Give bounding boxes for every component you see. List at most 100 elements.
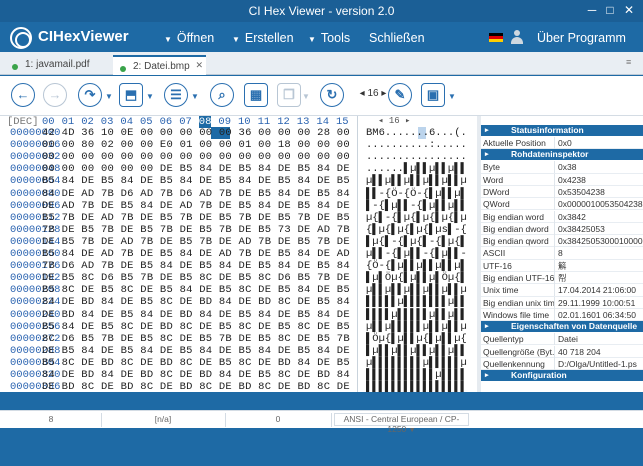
- row-ascii[interactable]: {▌µ{▌µ{▌µ{▌µs▌-{: [366, 224, 467, 236]
- row-ascii[interactable]: ......▌µ▌▌µ▌▌µ▌▌: [366, 163, 467, 175]
- ascii-page-indicator: ◂ 16 ▸: [378, 116, 411, 126]
- chevron-down-icon[interactable]: ▼: [105, 92, 113, 101]
- tab-javamail[interactable]: 1: javamail.pdf: [5, 55, 103, 75]
- close-button[interactable]: ✕: [619, 2, 639, 18]
- row-hex-bytes[interactable]: B5 84 DE B5 8C DE BD 8C DE B5 8C DE B5 8…: [42, 321, 350, 333]
- row-ascii[interactable]: µ▌▌▌▌▌▌▌▌µ▌▌▌▌▌µ: [366, 357, 467, 369]
- property-label: Quellengröße (Byt...: [483, 345, 555, 358]
- menu-about[interactable]: Über Programm: [537, 31, 626, 45]
- row-hex-bytes[interactable]: 7B DE B5 7B DE B5 7B DE B5 7B DE B5 73 D…: [42, 224, 350, 236]
- row-ascii[interactable]: µ{▌-{▌µ{▌µ{▌µ{▌µ: [366, 212, 467, 224]
- property-row[interactable]: QWord 0x0000010053504238: [481, 198, 643, 211]
- list-button[interactable]: ☰: [164, 83, 188, 107]
- row-ascii[interactable]: ▌▌▌▌▌▌▌▌▌▌▌▌▌▌▌▌: [366, 381, 467, 393]
- property-row[interactable]: ASCII 8: [481, 247, 643, 260]
- property-row[interactable]: Quellenkennung D:/Olga/Untitled-1.ps: [481, 357, 643, 371]
- row-ascii[interactable]: ▌µ▌Öµ{▌µ▌▌µ▌Öµ{▌: [366, 272, 467, 284]
- encoding-select[interactable]: ANSI - Central European / CP-1250 ▼: [334, 413, 469, 434]
- copy-button[interactable]: ❐: [277, 83, 301, 107]
- menu-erstellen[interactable]: ▼ Erstellen: [232, 31, 294, 45]
- row-ascii[interactable]: ▌▌▌▌µ▌▌▌▌▌µ▌▌µ▌▌: [366, 309, 467, 321]
- hex-view[interactable]: [DEC] 00 01 02 03 04 05 06 07 08 09 10 11 12 13 14 15 ◂…: [0, 116, 477, 393]
- property-row[interactable]: Big endian UTF-16 㡂: [481, 272, 643, 285]
- row-hex-bytes[interactable]: DE BD 84 DE B5 84 DE BD 84 DE B5 84 DE B…: [42, 309, 350, 321]
- row-hex-bytes[interactable]: 84 DE BD 84 DE B5 8C DE BD 84 DE BD 8C D…: [42, 296, 350, 308]
- property-row[interactable]: Quellengröße (Byt... 40 718 204: [481, 345, 643, 358]
- row-ascii[interactable]: ▌-{▌µ▌▌-{▌µ▌▌µ▌▌: [366, 200, 467, 212]
- property-row[interactable]: Aktuelle Position 0x0: [481, 137, 643, 150]
- row-ascii[interactable]: µ▌▌µ▌▌µ▌▌µ▌▌µ▌▌µ: [366, 284, 467, 296]
- property-row[interactable]: Word 0x4238: [481, 173, 643, 186]
- chevron-down-icon[interactable]: ▼: [448, 92, 456, 101]
- tab-menu-icon[interactable]: ≡: [626, 57, 631, 67]
- property-row[interactable]: Byte 0x38: [481, 161, 643, 174]
- property-row[interactable]: Windows file time 02.01.1601 06:34:50: [481, 308, 643, 322]
- row-ascii[interactable]: µ▌▌-{▌µ▌▌-{▌µ▌▌-: [366, 248, 467, 260]
- row-ascii[interactable]: µ▌▌µ▌▌µ▌▌µ▌▌µ▌▌µ: [366, 175, 467, 187]
- row-ascii[interactable]: ▌Öµ{▌µ▌▌µ{▌µ▌▌µ{: [366, 333, 467, 345]
- refresh-button[interactable]: ↻: [320, 83, 344, 107]
- german-flag-icon[interactable]: [489, 33, 503, 42]
- row-hex-bytes[interactable]: 00 00 00 00 00 00 00 00 00 00 00 00 00 0…: [42, 151, 350, 163]
- tab-close-icon[interactable]: ✕: [195, 60, 203, 71]
- row-hex-bytes[interactable]: B5 7B DE AD 7B DE B5 7B DE B5 7B DE B5 7…: [42, 212, 350, 224]
- property-row[interactable]: Quellentyp Datei: [481, 333, 643, 346]
- property-row[interactable]: Unix time 17.04.2014 21:06:00: [481, 284, 643, 297]
- section-data-inspector[interactable]: Rohdateninspektor: [481, 149, 643, 161]
- row-ascii[interactable]: ▌µ{▌-{▌µ{▌-{▌µ{▌: [366, 236, 467, 248]
- user-icon[interactable]: [511, 30, 523, 44]
- row-hex-bytes[interactable]: DE BD 8C DE BD 8C DE BD 8C DE BD 8C DE B…: [42, 381, 350, 393]
- row-ascii[interactable]: ................: [366, 151, 467, 163]
- row-ascii[interactable]: µ▌▌µ▌▌▌▌▌µ▌▌µ▌▌µ: [366, 321, 467, 333]
- row-hex-bytes[interactable]: 7B D6 AD 7B DE B5 84 DE B5 84 DE B5 84 D…: [42, 260, 350, 272]
- chevron-down-icon[interactable]: ▼: [302, 92, 310, 101]
- row-hex-bytes[interactable]: 8C D6 B5 7B DE B5 8C DE B5 7B DE B5 8C D…: [42, 333, 350, 345]
- menu-oeffnen[interactable]: ▼ Öffnen: [164, 31, 214, 45]
- tab-datei-bmp[interactable]: 2: Datei.bmp ✕: [113, 55, 206, 75]
- row-hex-bytes[interactable]: DE B5 84 DE B5 84 DE B5 84 DE B5 84 DE B…: [42, 345, 350, 357]
- section-status[interactable]: Statusinformation: [481, 125, 643, 136]
- chevron-down-icon[interactable]: ▼: [191, 92, 199, 101]
- row-hex-bytes[interactable]: 84 DE AD 7B D6 AD 7B D6 AD 7B DE B5 84 D…: [42, 188, 350, 200]
- redo-button[interactable]: ↷: [78, 83, 102, 107]
- section-source-properties[interactable]: Eigenschaften von Datenquelle: [481, 321, 643, 333]
- minimize-button[interactable]: ─: [582, 2, 602, 18]
- bookmark-button[interactable]: ⬒: [119, 83, 143, 107]
- menu-tools[interactable]: ▼ Tools: [308, 31, 350, 45]
- save-button[interactable]: ▣: [421, 83, 445, 107]
- row-hex-bytes[interactable]: DE B5 8C D6 B5 7B DE B5 8C DE B5 8C D6 B…: [42, 272, 350, 284]
- row-ascii[interactable]: ▌µ▌▌µ▌▌µ▌▌µ▌▌µ▌▌: [366, 345, 467, 357]
- row-hex-bytes[interactable]: B5 84 DE B5 84 DE B5 84 DE B5 84 DE B5 8…: [42, 175, 350, 187]
- property-row[interactable]: Big endian unix time 29.11.1999 10:00:51: [481, 296, 643, 309]
- section-configuration[interactable]: Konfiguration: [481, 370, 643, 382]
- select-block-button[interactable]: ▦: [244, 83, 268, 107]
- row-hex-bytes[interactable]: 00 00 00 00 00 00 DE B5 84 DE B5 84 DE B…: [42, 163, 350, 175]
- row-hex-bytes[interactable]: DE B5 7B DE AD 7B DE B5 7B DE AD 7B DE B…: [42, 236, 350, 248]
- row-hex-bytes[interactable]: B5 8C DE B5 8C DE B5 84 DE B5 8C DE B5 8…: [42, 284, 350, 296]
- chevron-down-icon[interactable]: ▼: [146, 92, 154, 101]
- menu-schliessen[interactable]: Schließen: [369, 31, 425, 45]
- row-hex-bytes[interactable]: 00 00 80 02 00 00 E0 01 00 00 01 00 18 0…: [42, 139, 350, 151]
- row-ascii[interactable]: {Ö-{▌µ▌▌µ▌▌µ▌▌µ▌: [366, 260, 467, 272]
- forward-button[interactable]: →: [43, 83, 67, 107]
- row-ascii[interactable]: ▌▌▌▌▌µ▌▌▌▌▌▌▌µ▌▌: [366, 296, 467, 308]
- property-row[interactable]: UTF-16 䈸: [481, 259, 643, 272]
- row-ascii[interactable]: BM6.......6...(.: [366, 127, 467, 139]
- maximize-button[interactable]: □: [600, 2, 620, 18]
- property-row[interactable]: DWord 0x53504238: [481, 185, 643, 199]
- row-hex-bytes[interactable]: B5 8C DE BD 8C DE BD 8C DE B5 8C DE BD 8…: [42, 357, 350, 369]
- row-hex-bytes[interactable]: 84 DE BD 84 DE BD 8C DE BD 84 DE B5 8C D…: [42, 369, 350, 381]
- row-hex-bytes[interactable]: DE AD 7B DE B5 84 DE AD 7B DE B5 84 DE B…: [42, 200, 350, 212]
- search-button[interactable]: ⌕: [210, 83, 234, 107]
- row-ascii[interactable]: ▌▌-{Ö-{Ö-{▌µ▌▌µ▌: [366, 188, 467, 200]
- row-ascii[interactable]: ▌▌▌▌▌▌▌▌▌▌▌µ▌▌▌▌: [366, 369, 467, 381]
- row-hex-bytes[interactable]: B5 84 DE AD 7B DE B5 84 DE AD 7B DE B5 8…: [42, 248, 350, 260]
- back-button[interactable]: ←: [11, 83, 35, 107]
- row-ascii[interactable]: ..........:.....: [366, 139, 467, 151]
- property-row[interactable]: Big endian qword 0x3842505300010000: [481, 235, 643, 248]
- edit-button[interactable]: ✎: [388, 83, 412, 107]
- row-hex-bytes[interactable]: 42 4D 36 10 0E 00 00 00 00 00 36 00 00 0…: [42, 127, 350, 139]
- page-indicator[interactable]: ◂ 16 ▸: [355, 83, 391, 107]
- property-row[interactable]: Big endian dword 0x38425053: [481, 222, 643, 236]
- property-row[interactable]: Big endian word 0x3842: [481, 210, 643, 223]
